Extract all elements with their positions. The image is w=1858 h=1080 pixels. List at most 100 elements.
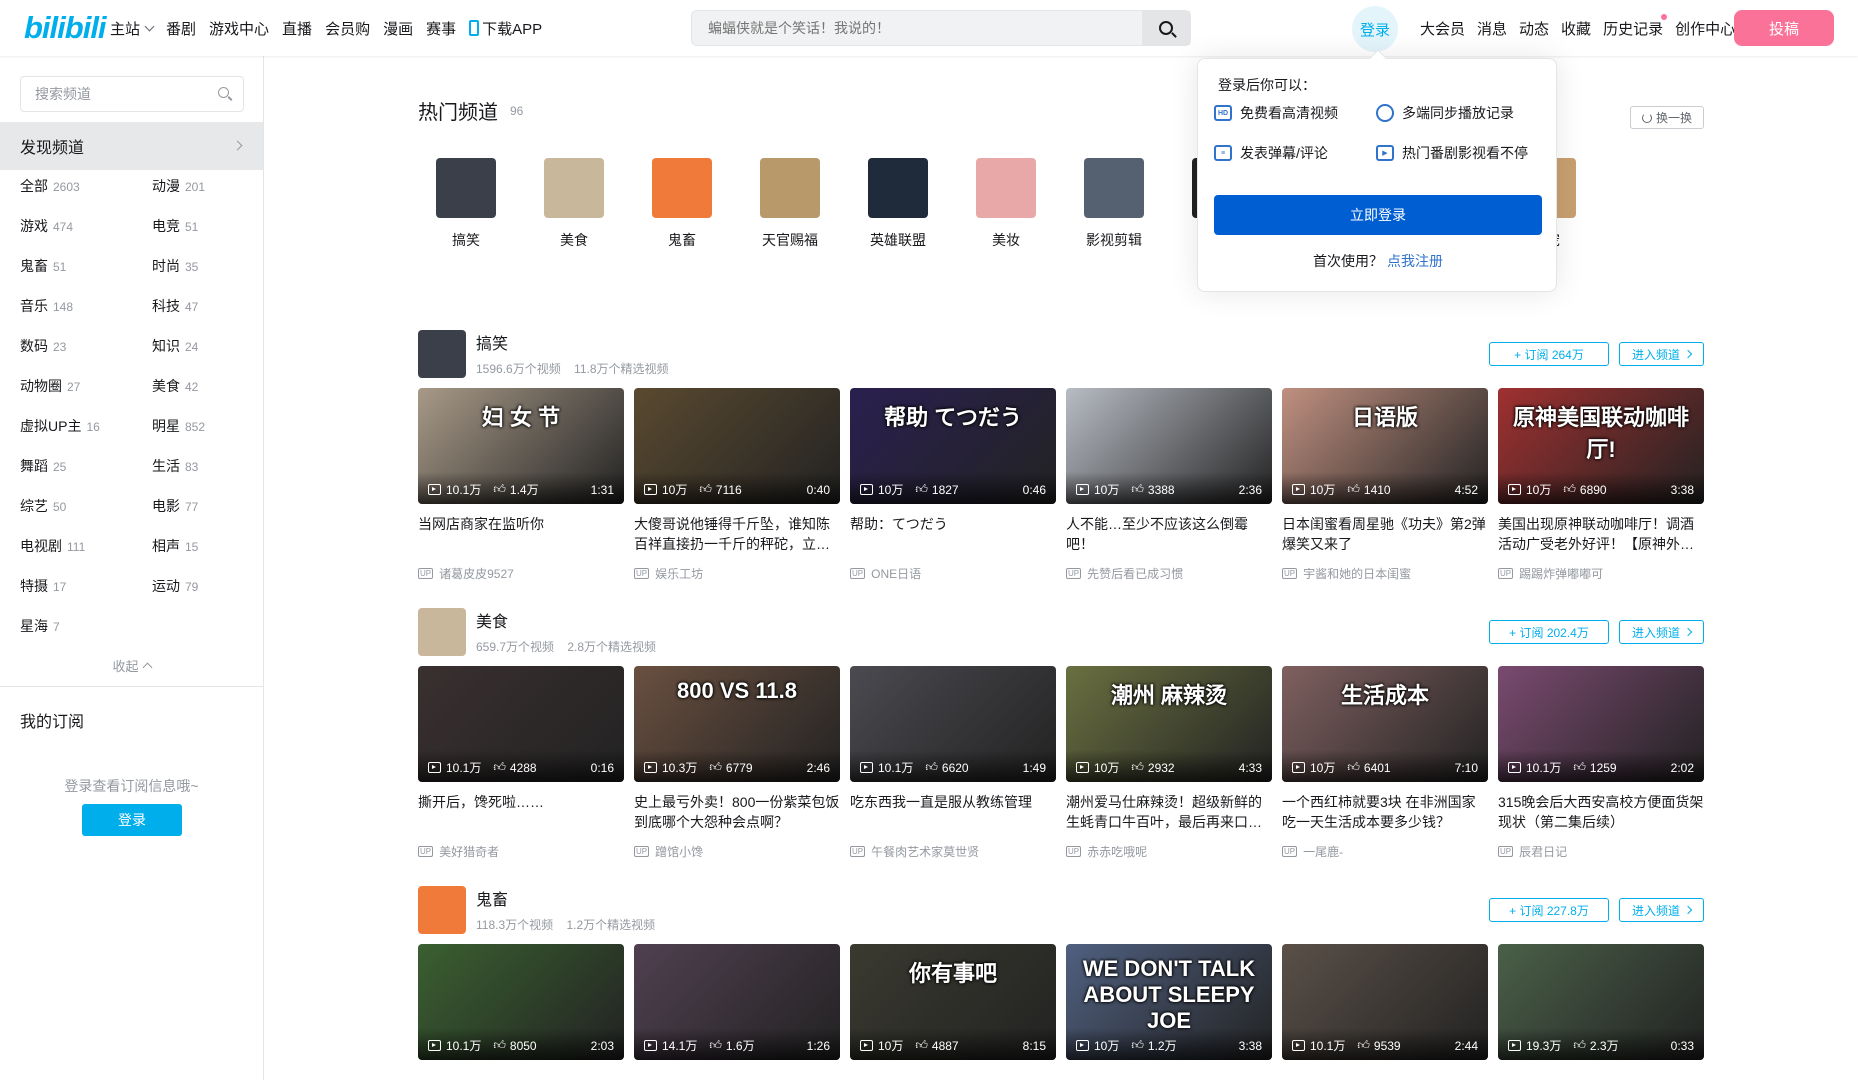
video-card[interactable]: 10万 👍︎ 3388 2:36 人不能…至少不应该这么倒霉吧！ UP 先赞后看已成习惯 [1066, 388, 1272, 582]
category-item[interactable]: 全部 2603 [20, 176, 80, 196]
category-item[interactable]: 数码 23 [20, 336, 66, 356]
nav-messages[interactable]: 消息 [1477, 18, 1507, 39]
uploader[interactable]: UP 午餐肉艺术家莫世贤 [850, 843, 1056, 860]
category-item[interactable]: 综艺 50 [20, 496, 66, 516]
nav-game-center[interactable]: 游戏中心 [209, 18, 269, 39]
enter-channel-button[interactable]: 进入频道 [1619, 898, 1704, 922]
login-avatar-button[interactable]: 登录 [1352, 6, 1398, 52]
category-item[interactable]: 知识 24 [152, 336, 198, 356]
video-thumbnail[interactable]: 妇 女 节 10.1万 👍︎ 1.4万 1:31 [418, 388, 624, 504]
bilibili-logo[interactable]: bilibili [24, 10, 107, 46]
category-item[interactable]: 电竞 51 [152, 216, 198, 236]
video-card[interactable]: 10.1万 👍︎ 8050 2:03 [418, 944, 624, 1060]
video-title[interactable]: 大傻哥说他锤得千斤坠，谁知陈百祥直接扔一千斤的秤砣，立… [634, 514, 840, 554]
category-item[interactable]: 动物圈 27 [20, 376, 80, 396]
hot-channel-item[interactable]: 鬼畜 [650, 158, 714, 250]
video-thumbnail[interactable]: 10.1万 👍︎ 8050 2:03 [418, 944, 624, 1060]
nav-creator-center[interactable]: 创作中心 [1675, 18, 1735, 39]
channel-avatar[interactable] [418, 330, 466, 378]
video-title[interactable]: 人不能…至少不应该这么倒霉吧！ [1066, 514, 1272, 554]
category-item[interactable]: 电视剧 111 [20, 536, 85, 556]
category-item[interactable]: 星海 7 [20, 616, 60, 636]
video-card[interactable]: 800 VS 11.8 10.3万 👍︎ 6779 2:46 史上最亏外卖！800一份紫菜… [634, 666, 840, 860]
video-title[interactable]: 当网店商家在监听你 [418, 514, 624, 554]
hot-channel-item[interactable]: 美妆 [974, 158, 1038, 250]
subscribe-button[interactable]: + 订阅 227.8万 [1489, 898, 1609, 922]
category-item[interactable]: 科技 47 [152, 296, 198, 316]
video-card[interactable]: 原神美国联动咖啡厅! 10万 👍︎ 6890 3:38 美国出现原神联动咖啡厅！调酒活动广… [1498, 388, 1704, 582]
video-title[interactable]: 美国出现原神联动咖啡厅！调酒活动广受老外好评！【原神外… [1498, 514, 1704, 554]
video-title[interactable]: 日本闺蜜看周星驰《功夫》第2弹 爆笑又来了 [1282, 514, 1488, 554]
category-item[interactable]: 鬼畜 51 [20, 256, 66, 276]
video-card[interactable]: 妇 女 节 10.1万 👍︎ 1.4万 1:31 当网店商家在监听你 UP 诸葛皮皮9527 [418, 388, 624, 582]
nav-manga[interactable]: 漫画 [383, 18, 413, 39]
video-title[interactable]: 315晚会后大西安高校方便面货架现状（第二集后续） [1498, 792, 1704, 832]
video-title[interactable]: 撕开后，馋死啦…… [418, 792, 624, 832]
nav-history[interactable]: 历史记录 [1603, 13, 1668, 39]
sidebar-login-button[interactable]: 登录 [82, 804, 182, 836]
video-thumbnail[interactable]: 10万 👍︎ 7116 0:40 [634, 388, 840, 504]
category-item[interactable]: 明星 852 [152, 416, 205, 436]
search-input[interactable] [692, 11, 1142, 45]
video-card[interactable]: 10.1万 👍︎ 4288 0:16 撕开后，馋死啦…… UP 美好猎奇者 [418, 666, 624, 860]
video-thumbnail[interactable]: 800 VS 11.8 10.3万 👍︎ 6779 2:46 [634, 666, 840, 782]
category-item[interactable]: 特摄 17 [20, 576, 66, 596]
video-title[interactable]: 一个西红柿就要3块 在非洲国家吃一天生活成本要多少钱？ [1282, 792, 1488, 832]
category-item[interactable]: 相声 15 [152, 536, 198, 556]
login-now-button[interactable]: 立即登录 [1214, 195, 1542, 235]
video-thumbnail[interactable]: 生活成本 10万 👍︎ 6401 7:10 [1282, 666, 1488, 782]
category-item[interactable]: 虚拟UP主 16 [20, 416, 100, 436]
video-card[interactable]: 10.1万 👍︎ 1259 2:02 315晚会后大西安高校方便面货架现状（第二集后续）… [1498, 666, 1704, 860]
uploader[interactable]: UP 辰君日记 [1498, 843, 1704, 860]
uploader[interactable]: UP 美好猎奇者 [418, 843, 624, 860]
uploader[interactable]: UP 一尾鹿- [1282, 843, 1488, 860]
hot-channel-item[interactable]: 美食 [542, 158, 606, 250]
video-thumbnail[interactable]: 10万 👍︎ 3388 2:36 [1066, 388, 1272, 504]
category-item[interactable]: 生活 83 [152, 456, 198, 476]
category-item[interactable]: 动漫 201 [152, 176, 205, 196]
refresh-button[interactable]: 换一换 [1630, 106, 1704, 129]
video-thumbnail[interactable]: 10.1万 👍︎ 9539 2:44 [1282, 944, 1488, 1060]
nav-download-app[interactable]: 下载APP [469, 18, 542, 39]
register-link[interactable]: 点我注册 [1387, 253, 1443, 269]
category-item[interactable]: 美食 42 [152, 376, 198, 396]
uploader[interactable]: UP ONE日语 [850, 565, 1056, 582]
category-item[interactable]: 音乐 148 [20, 296, 73, 316]
enter-channel-button[interactable]: 进入频道 [1619, 620, 1704, 644]
uploader[interactable]: UP 踢踢炸弹嘟嘟可 [1498, 565, 1704, 582]
nav-anime[interactable]: 番剧 [166, 18, 196, 39]
video-card[interactable]: 14.1万 👍︎ 1.6万 1:26 [634, 944, 840, 1060]
category-item[interactable]: 舞蹈 25 [20, 456, 66, 476]
video-card[interactable]: 你有事吧 10万 👍︎ 4887 8:15 [850, 944, 1056, 1060]
uploader[interactable]: UP 宇酱和她的日本闺蜜 [1282, 565, 1488, 582]
video-thumbnail[interactable]: 10.1万 👍︎ 1259 2:02 [1498, 666, 1704, 782]
video-thumbnail[interactable]: 19.3万 👍︎ 2.3万 0:33 [1498, 944, 1704, 1060]
category-item[interactable]: 电影 77 [152, 496, 198, 516]
video-thumbnail[interactable]: 帮助 てつだう 10万 👍︎ 1827 0:46 [850, 388, 1056, 504]
video-thumbnail[interactable]: 日语版 10万 👍︎ 1410 4:52 [1282, 388, 1488, 504]
hot-channel-item[interactable]: 影视剪辑 [1082, 158, 1146, 250]
video-thumbnail[interactable]: 10.1万 👍︎ 6620 1:49 [850, 666, 1056, 782]
video-thumbnail[interactable]: 14.1万 👍︎ 1.6万 1:26 [634, 944, 840, 1060]
upload-button[interactable]: 投稿 [1734, 10, 1834, 46]
uploader[interactable]: UP 先赞后看已成习惯 [1066, 565, 1272, 582]
category-item[interactable]: 运动 79 [152, 576, 198, 596]
search-button[interactable] [1142, 11, 1190, 45]
nav-shop[interactable]: 会员购 [325, 18, 370, 39]
video-card[interactable]: 日语版 10万 👍︎ 1410 4:52 日本闺蜜看周星驰《功夫》第2弹 爆笑又来了 UP 宇… [1282, 388, 1488, 582]
hot-channel-item[interactable]: 英雄联盟 [866, 158, 930, 250]
channel-name[interactable]: 鬼畜 [476, 886, 508, 910]
video-thumbnail[interactable]: 10.1万 👍︎ 4288 0:16 [418, 666, 624, 782]
video-card[interactable]: 10.1万 👍︎ 9539 2:44 [1282, 944, 1488, 1060]
subscribe-button[interactable]: + 订阅 202.4万 [1489, 620, 1609, 644]
enter-channel-button[interactable]: 进入频道 [1619, 342, 1704, 366]
uploader[interactable]: UP 诸葛皮皮9527 [418, 565, 624, 582]
video-title[interactable]: 史上最亏外卖！800一份紫菜包饭到底哪个大怨种会点啊？ [634, 792, 840, 832]
discover-channels-item[interactable]: 发现频道 [0, 122, 263, 170]
video-thumbnail[interactable]: 原神美国联动咖啡厅! 10万 👍︎ 6890 3:38 [1498, 388, 1704, 504]
video-thumbnail[interactable]: 你有事吧 10万 👍︎ 4887 8:15 [850, 944, 1056, 1060]
nav-dynamics[interactable]: 动态 [1519, 18, 1549, 39]
uploader[interactable]: UP 赤赤吃哦呢 [1066, 843, 1272, 860]
channel-name[interactable]: 搞笑 [476, 330, 508, 354]
hot-channel-item[interactable]: 搞笑 [434, 158, 498, 250]
